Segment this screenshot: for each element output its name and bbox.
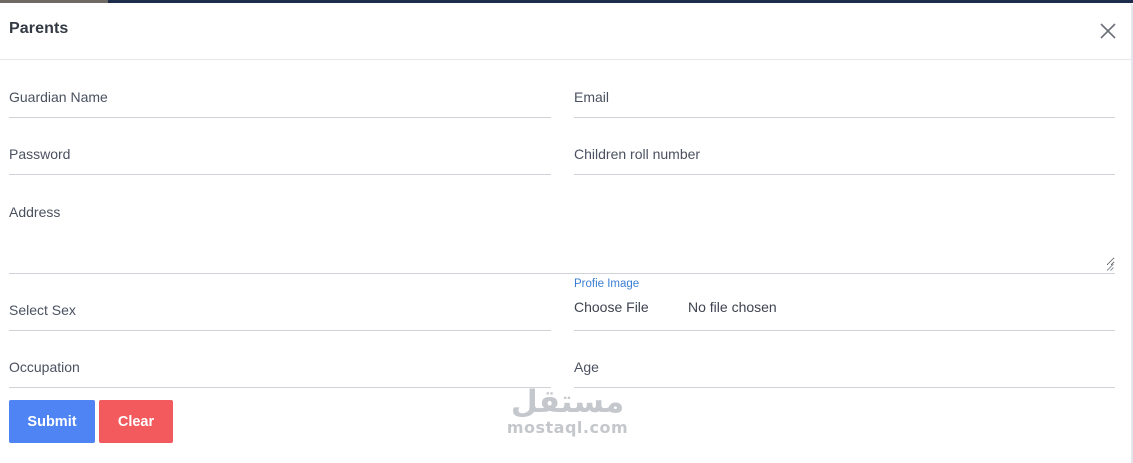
profile-image-file-input[interactable]: Choose File No file chosen — [574, 299, 777, 315]
close-icon — [1100, 23, 1116, 39]
modal-header: Parents — [0, 3, 1131, 60]
close-button[interactable] — [1097, 20, 1119, 42]
watermark-arabic: مستقل — [510, 384, 625, 420]
resize-grip-icon[interactable] — [1106, 263, 1114, 271]
password-field — [9, 136, 551, 175]
modal-title: Parents — [9, 20, 69, 37]
children-roll-number-field — [574, 136, 1115, 175]
choose-file-button[interactable]: Choose File — [574, 299, 649, 315]
age-input[interactable] — [574, 358, 1115, 376]
select-sex-input[interactable] — [9, 301, 551, 319]
watermark: مستقل mostaql.com — [505, 385, 630, 445]
password-input[interactable] — [9, 145, 551, 163]
age-field — [574, 349, 1115, 388]
email-field — [574, 79, 1115, 118]
children-roll-number-input[interactable] — [574, 145, 1115, 163]
guardian-name-field — [9, 79, 551, 118]
occupation-input[interactable] — [9, 358, 551, 376]
watermark-latin: mostaql.com — [506, 418, 629, 437]
profile-image-field — [574, 292, 1115, 331]
submit-button[interactable]: Submit — [9, 400, 95, 443]
select-sex-field[interactable] — [9, 292, 551, 331]
address-textarea[interactable] — [9, 204, 1115, 266]
address-field — [9, 184, 1115, 274]
profile-image-label: Profie Image — [574, 278, 640, 290]
occupation-field — [9, 349, 551, 388]
file-status-text: No file chosen — [688, 299, 777, 315]
email-input[interactable] — [574, 88, 1115, 106]
guardian-name-input[interactable] — [9, 88, 551, 106]
clear-button[interactable]: Clear — [99, 400, 173, 443]
